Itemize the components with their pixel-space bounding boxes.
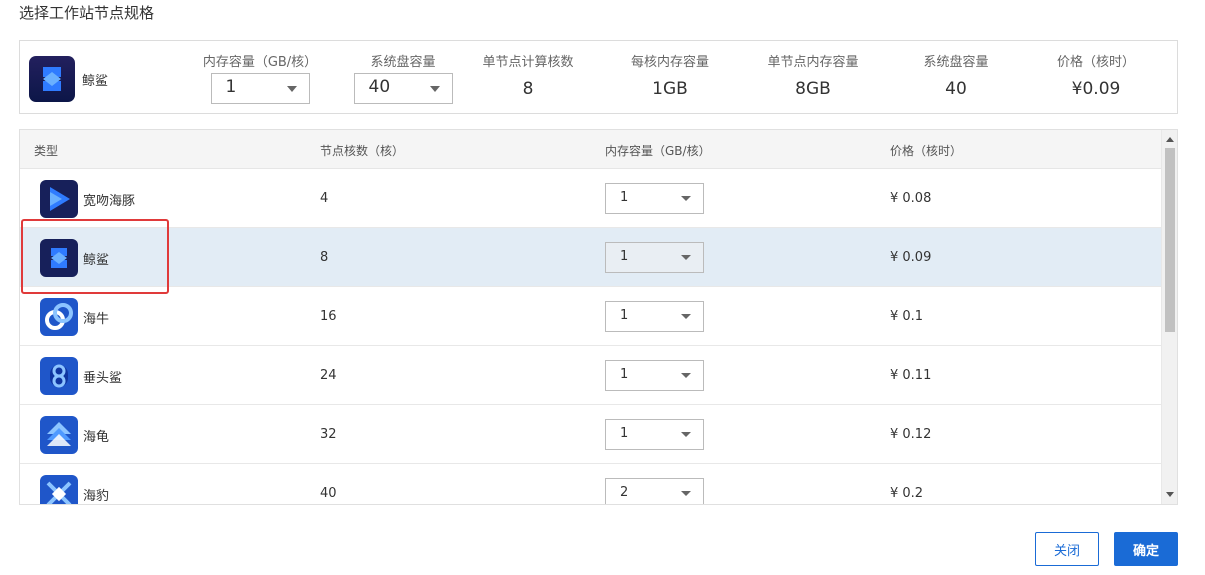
- row-price: ¥ 0.1: [890, 309, 924, 324]
- seal-icon: [40, 475, 78, 504]
- row-memory-value: 1: [620, 308, 629, 323]
- table-row[interactable]: 海牛 16 1 ¥ 0.1: [20, 287, 1162, 346]
- row-price: ¥ 0.11: [890, 368, 932, 383]
- row-memory-value: 2: [620, 485, 629, 500]
- selected-spec-summary: 鲸鲨 内存容量（GB/核） 1 系统盘容量 40 单节点计算核数 8 每核内存容…: [19, 40, 1178, 114]
- row-name: 海龟: [83, 430, 110, 445]
- close-button[interactable]: 关闭: [1035, 532, 1099, 566]
- row-memory-value: 1: [620, 249, 629, 264]
- disk-label: 系统盘容量: [923, 55, 989, 70]
- cores-value: 8: [522, 79, 534, 99]
- header-cores: 节点核数（核）: [320, 144, 405, 158]
- node-mem-value: 8GB: [795, 79, 831, 99]
- header-memory: 内存容量（GB/核）: [605, 144, 711, 158]
- row-name: 海牛: [83, 312, 110, 327]
- chevron-down-icon: [429, 86, 440, 92]
- row-memory-select[interactable]: 1: [605, 360, 704, 391]
- memory-select-value: 1: [225, 77, 237, 97]
- row-price: ¥ 0.2: [890, 486, 924, 501]
- row-memory-value: 1: [620, 367, 629, 382]
- cores-column: 单节点计算核数 8: [448, 41, 608, 99]
- table-body: 宽吻海豚 4 1 ¥ 0.08 鲸鲨 8 1 ¥ 0.09 海牛 16 1 ¥ …: [20, 169, 1162, 504]
- scrollbar-thumb[interactable]: [1165, 148, 1175, 332]
- row-name: 垂头鲨: [83, 371, 123, 386]
- disk-select[interactable]: 40: [353, 73, 453, 104]
- chevron-down-icon: [681, 314, 691, 319]
- row-price: ¥ 0.08: [890, 191, 932, 206]
- row-memory-value: 1: [620, 426, 629, 441]
- row-memory-select[interactable]: 1: [605, 419, 704, 450]
- chevron-down-icon: [681, 491, 691, 496]
- whale-shark-icon: [29, 56, 75, 102]
- spec-table: 类型 节点核数（核） 内存容量（GB/核） 价格（核时） 宽吻海豚 4 1 ¥ …: [19, 129, 1178, 505]
- row-cores: 4: [320, 191, 329, 206]
- table-row[interactable]: 宽吻海豚 4 1 ¥ 0.08: [20, 169, 1162, 228]
- selected-spec-name: 鲸鲨: [82, 74, 109, 89]
- mem-per-core-column: 每核内存容量 1GB: [590, 41, 750, 99]
- node-mem-label: 单节点内存容量: [767, 55, 859, 70]
- whale-shark-icon: [40, 239, 78, 277]
- memory-select[interactable]: 1: [210, 73, 310, 104]
- disk-value: 40: [945, 79, 967, 99]
- chevron-down-icon: [681, 432, 691, 437]
- mem-per-core-label: 每核内存容量: [630, 55, 709, 70]
- row-cores: 40: [320, 486, 337, 501]
- row-price: ¥ 0.09: [890, 250, 932, 265]
- confirm-button[interactable]: 确定: [1114, 532, 1178, 566]
- manatee-icon: [40, 298, 78, 336]
- chevron-down-icon: [681, 196, 691, 201]
- memory-column: 内存容量（GB/核） 1: [180, 41, 340, 108]
- row-name: 海豹: [83, 489, 110, 504]
- cores-label: 单节点计算核数: [482, 55, 574, 70]
- row-cores: 8: [320, 250, 329, 265]
- chevron-down-icon: [681, 373, 691, 378]
- row-cores: 32: [320, 427, 337, 442]
- hammerhead-icon: [40, 357, 78, 395]
- chevron-down-icon: [286, 86, 297, 92]
- price-value: ¥0.09: [1071, 79, 1121, 99]
- dialog-title: 选择工作站节点规格: [19, 4, 155, 22]
- disk-column: 系统盘容量 40: [876, 41, 1036, 99]
- row-cores: 16: [320, 309, 337, 324]
- row-cores: 24: [320, 368, 337, 383]
- table-row[interactable]: 海龟 32 1 ¥ 0.12: [20, 405, 1162, 464]
- row-price: ¥ 0.12: [890, 427, 932, 442]
- header-type: 类型: [34, 144, 59, 158]
- table-scrollbar[interactable]: [1161, 130, 1177, 504]
- row-memory-select[interactable]: 1: [605, 242, 704, 273]
- price-column: 价格（核时） ¥0.09: [1016, 41, 1176, 99]
- header-price: 价格（核时）: [890, 144, 963, 158]
- row-memory-value: 1: [620, 190, 629, 205]
- node-mem-column: 单节点内存容量 8GB: [733, 41, 893, 99]
- mem-per-core-value: 1GB: [652, 79, 688, 99]
- table-header: 类型 节点核数（核） 内存容量（GB/核） 价格（核时）: [20, 130, 1162, 169]
- disk-select-value: 40: [368, 77, 391, 97]
- row-name: 宽吻海豚: [83, 194, 136, 209]
- row-memory-select[interactable]: 1: [605, 301, 704, 332]
- scroll-up-icon[interactable]: [1166, 137, 1174, 142]
- table-row[interactable]: 海豹 40 2 ¥ 0.2: [20, 464, 1162, 504]
- scroll-down-icon[interactable]: [1166, 492, 1174, 497]
- row-memory-select[interactable]: 1: [605, 183, 704, 214]
- chevron-down-icon: [681, 255, 691, 260]
- sea-turtle-icon: [40, 416, 78, 454]
- table-row[interactable]: 垂头鲨 24 1 ¥ 0.11: [20, 346, 1162, 405]
- dolphin-icon: [40, 180, 78, 218]
- memory-label: 内存容量（GB/核）: [202, 55, 318, 70]
- table-row[interactable]: 鲸鲨 8 1 ¥ 0.09: [20, 228, 1162, 287]
- row-memory-select[interactable]: 2: [605, 478, 704, 504]
- price-label: 价格（核时）: [1056, 55, 1135, 70]
- row-name: 鲸鲨: [83, 253, 110, 268]
